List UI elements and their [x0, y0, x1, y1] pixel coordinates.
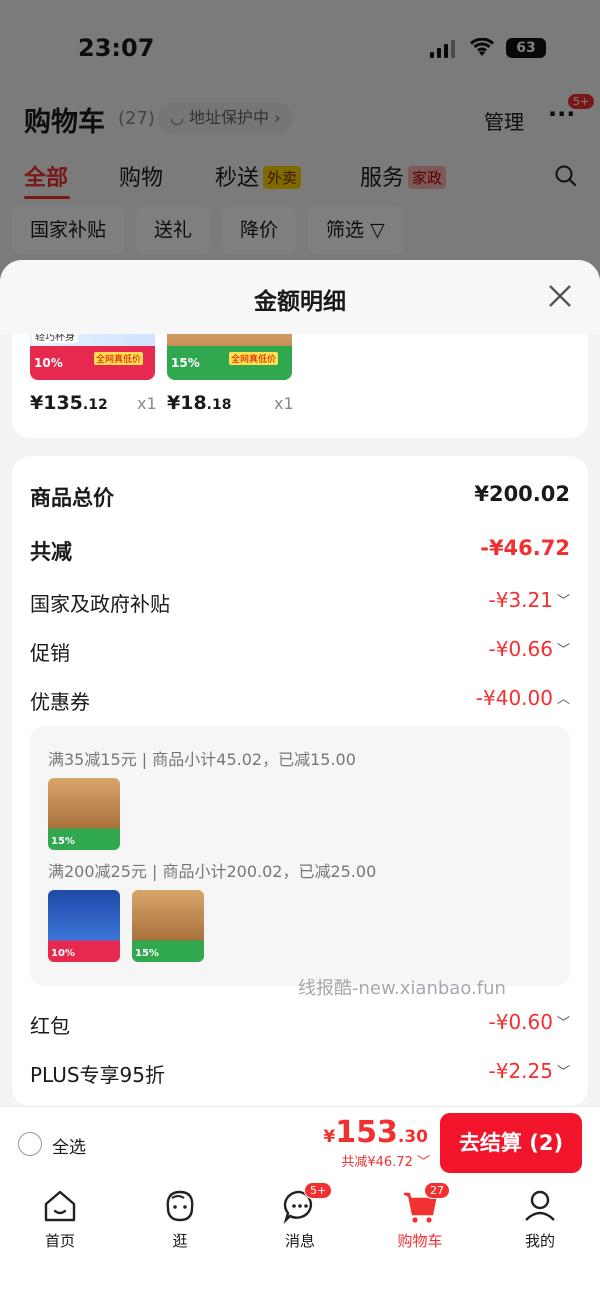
product-discount-pct: 15%	[171, 356, 200, 370]
browse-face-icon	[160, 1186, 200, 1226]
red-packet-value: -¥0.60	[488, 1010, 553, 1034]
bottom-tab-bar: 首页 逛 5+ 消息 27 购物车 我的	[0, 1180, 600, 1304]
tab-cart[interactable]: 27 购物车	[380, 1182, 460, 1251]
product-qty: x1	[274, 394, 294, 413]
coupon-label: 优惠券	[30, 690, 90, 714]
coupon-value-wrap: -¥40.00 ︿	[476, 686, 570, 710]
message-badge: 5+	[304, 1182, 333, 1199]
total-dec: .30	[397, 1127, 428, 1147]
chevron-down-icon: ﹀	[556, 1065, 570, 1080]
subsidy-value: -¥3.21	[488, 588, 553, 612]
price-breakdown-card: 商品总价 ¥200.02 共减 -¥46.72 国家及政府补贴 -¥3.21 ﹀ …	[12, 456, 588, 1106]
product-list-card: 轻巧杯身 10% 全网真低价 ¥135.12 x1 15% 全网真低价 ¥18.…	[12, 334, 588, 438]
total-int: 153	[335, 1115, 398, 1150]
saved-amount: 共减¥46.72	[341, 1155, 413, 1170]
promo-value-wrap: -¥0.66 ﹀	[489, 637, 571, 661]
price-int: ¥135	[30, 392, 83, 414]
price-dec: .12	[82, 397, 108, 413]
total-price: ¥153.30	[323, 1115, 428, 1150]
goods-total-row: 商品总价 ¥200.02	[30, 482, 570, 512]
coupon-product-thumbnail[interactable]: 10%	[48, 890, 120, 962]
tab-label: 首页	[44, 1232, 75, 1250]
total-discount-row: 共减 -¥46.72	[30, 536, 570, 566]
goods-total-label: 商品总价	[30, 486, 114, 510]
tab-home[interactable]: 首页	[20, 1186, 100, 1251]
chevron-up-icon: ︿	[556, 692, 570, 707]
close-icon[interactable]	[542, 278, 578, 314]
product-discount-pct: 10%	[34, 356, 63, 370]
tab-browse[interactable]: 逛	[140, 1186, 220, 1251]
subsidy-value-wrap: -¥3.21 ﹀	[489, 588, 571, 612]
sheet-header: 金额明细	[0, 260, 600, 334]
tab-label: 购物车	[397, 1232, 443, 1250]
saved-amount-toggle[interactable]: 共减¥46.72 ﹀	[341, 1151, 430, 1170]
product-promo-label: 全网真低价	[229, 352, 279, 365]
goods-total-value: ¥200.02	[474, 482, 570, 506]
tab-label: 逛	[172, 1232, 188, 1250]
home-icon	[40, 1186, 80, 1226]
select-all-radio[interactable]	[18, 1132, 42, 1156]
product-thumbnail[interactable]: 15% 全网真低价	[167, 334, 292, 380]
red-packet-label: 红包	[30, 1014, 70, 1038]
red-packet-row[interactable]: 红包 -¥0.60 ﹀	[30, 1010, 570, 1040]
tab-label: 消息	[284, 1232, 315, 1250]
chevron-down-icon: ﹀	[556, 643, 570, 658]
profile-icon	[520, 1186, 560, 1226]
product-qty: x1	[137, 394, 157, 413]
promo-label: 促销	[30, 641, 70, 665]
product-thumbnail[interactable]: 轻巧杯身 10% 全网真低价	[30, 334, 155, 380]
red-packet-value-wrap: -¥0.60 ﹀	[489, 1010, 571, 1034]
coupon-value: -¥40.00	[475, 686, 553, 710]
promo-row[interactable]: 促销 -¥0.66 ﹀	[30, 637, 570, 667]
product-price: ¥135.12	[30, 392, 108, 414]
subsidy-label: 国家及政府补贴	[30, 592, 170, 616]
coupon-detail-text: 满200减25元 | 商品小计200.02，已减25.00	[48, 862, 377, 881]
cart-icon: 27	[400, 1182, 450, 1226]
plus-discount-value-wrap: -¥2.25 ﹀	[489, 1059, 571, 1083]
product-price: ¥18.18	[167, 392, 231, 414]
product-tag-top: 轻巧杯身	[32, 334, 78, 343]
chevron-down-icon: ﹀	[412, 1155, 430, 1170]
total-discount-value: -¥46.72	[480, 536, 570, 560]
thumb-pct: 10%	[51, 948, 75, 959]
message-icon: 5+	[280, 1182, 333, 1226]
coupon-product-thumbnail[interactable]: 15%	[48, 778, 120, 850]
total-currency: ¥	[323, 1127, 336, 1147]
thumb-pct: 15%	[51, 836, 75, 847]
plus-discount-row[interactable]: PLUS专享95折 -¥2.25 ﹀	[30, 1059, 570, 1089]
coupon-detail-box: 满35减15元 | 商品小计45.02，已减15.00 15% 满200减25元…	[30, 726, 570, 986]
coupon-product-thumbnail[interactable]: 15%	[132, 890, 204, 962]
coupon-row[interactable]: 优惠券 -¥40.00 ︿	[30, 686, 570, 716]
tab-profile[interactable]: 我的	[500, 1186, 580, 1251]
total-discount-label: 共减	[30, 540, 72, 564]
coupon-detail-text: 满35减15元 | 商品小计45.02，已减15.00	[48, 750, 356, 769]
product-promo-label: 全网真低价	[94, 352, 144, 365]
sheet-title: 金额明细	[254, 289, 346, 315]
chevron-down-icon: ﹀	[556, 594, 570, 609]
plus-discount-value: -¥2.25	[488, 1059, 553, 1083]
checkout-button[interactable]: 去结算 (2)	[440, 1113, 582, 1173]
chevron-down-icon: ﹀	[556, 1016, 570, 1031]
price-dec: .18	[206, 397, 232, 413]
thumb-pct: 15%	[135, 948, 159, 959]
tab-messages[interactable]: 5+ 消息	[260, 1182, 340, 1251]
checkout-bar: 全选 ¥153.30 共减¥46.72 ﹀ 去结算 (2)	[0, 1106, 600, 1180]
cart-badge: 27	[424, 1182, 450, 1199]
subsidy-row[interactable]: 国家及政府补贴 -¥3.21 ﹀	[30, 588, 570, 618]
promo-value: -¥0.66	[488, 637, 553, 661]
plus-discount-label: PLUS专享95折	[30, 1063, 165, 1087]
tab-label: 我的	[524, 1232, 555, 1250]
select-all-label[interactable]: 全选	[52, 1133, 86, 1158]
price-int: ¥18	[167, 392, 207, 414]
watermark: 线报酷-new.xianbao.fun	[298, 978, 506, 999]
